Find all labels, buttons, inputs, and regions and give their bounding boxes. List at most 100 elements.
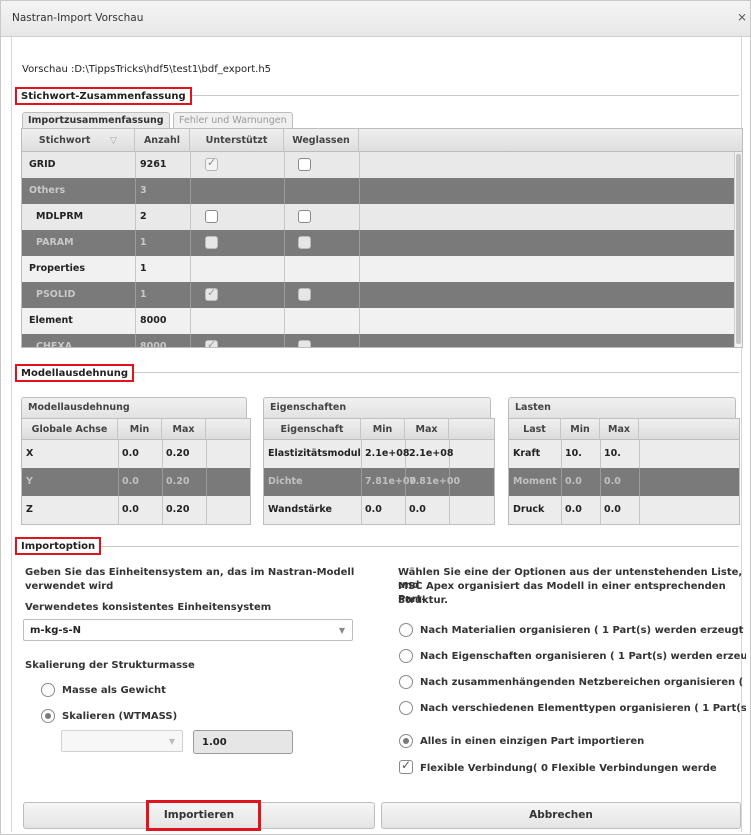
properties-header-min[interactable]: Min [361,419,405,440]
table-row[interactable]: MDLPRM 2 [22,204,734,230]
omit-checkbox[interactable] [298,236,311,249]
extent-header-min[interactable]: Min [118,419,162,440]
supported-checkbox[interactable] [205,156,218,171]
loads-header-min[interactable]: Min [561,419,600,440]
window-title: Nastran-Import Vorschau [12,12,144,24]
extent-header-max[interactable]: Max [162,419,206,440]
loads-cell: 10. [565,448,582,459]
header-count[interactable]: Anzahl [135,129,190,152]
column-divider [206,468,207,496]
supported-checkbox[interactable] [205,286,218,301]
omit-checkbox[interactable] [298,210,311,223]
section-divider [101,546,739,547]
tab-errors-warnings[interactable]: Fehler und Warnungen [173,112,293,128]
properties-cell: 7.81e+00 [409,476,461,487]
table-row[interactable]: Element 8000 [22,308,734,334]
close-icon[interactable]: ⨯ [737,10,747,24]
extent-cell: 0.0 [122,504,139,515]
extent-cell: X [26,448,34,459]
radio-organize-option[interactable] [399,623,413,637]
omit-checkbox[interactable] [298,340,311,347]
column-divider [639,496,640,524]
cancel-button[interactable]: Abbrechen [381,802,741,829]
scrollbar-thumb[interactable] [736,154,741,344]
count-cell: 9261 [140,159,167,170]
extent-row: Z 0.0 0.20 [22,496,250,524]
flexible-connection-checkbox[interactable] [399,758,413,774]
tab-import-summary[interactable]: Importzusammenfassung [22,112,170,128]
scaling-type-select[interactable]: ▼ [61,730,183,752]
column-divider [359,152,360,178]
section-divider [171,95,739,96]
properties-cell: Dichte [268,476,303,487]
table-scrollbar[interactable] [734,152,742,347]
column-divider [118,496,119,524]
loads-panel-title: Lasten [508,397,736,418]
extent-panel: Modellausdehnung Globale Achse Min Max X… [21,397,251,525]
column-divider [359,256,360,282]
extent-row: Y 0.0 0.20 [22,468,250,496]
flexible-connection-label: Flexible Verbindung( 0 Flexible Verbindu… [420,763,717,774]
column-divider [359,282,360,308]
loads-cell: 0.0 [604,504,621,515]
table-row[interactable]: GRID 9261 [22,152,734,178]
chevron-down-icon: ▼ [168,737,175,746]
header-supported[interactable]: Unterstützt [190,129,284,152]
organize-option-label: Nach Materialien organisieren ( 1 Part(s… [420,625,746,636]
column-divider [284,308,285,334]
properties-cell: 2.1e+08 [409,448,454,459]
table-row[interactable]: Properties 1 [22,256,734,282]
radio-organize-option[interactable] [399,701,413,715]
properties-header-name[interactable]: Eigenschaft [264,419,361,440]
import-preview-window: Nastran-Import Vorschau ⨯ Vorschau :D:\T… [0,0,751,835]
column-divider [190,256,191,282]
radio-scale-wtmass[interactable] [41,709,55,723]
loads-header-max[interactable]: Max [600,419,639,440]
table-row[interactable]: PARAM 1 [22,230,734,256]
organize-option-label: Nach Eigenschaften organisieren ( 1 Part… [420,651,746,662]
loads-row: Moment 0.0 0.0 [509,468,739,496]
column-divider [135,308,136,334]
properties-table: Eigenschaft Min Max Elastizitätsmodul 2.1… [263,418,495,525]
table-row[interactable]: Others 3 [22,178,734,204]
loads-header-load[interactable]: Last [509,419,561,440]
count-cell: 3 [140,185,147,196]
scale-value: 1.00 [202,737,227,748]
column-divider [284,334,285,347]
omit-checkbox[interactable] [298,158,311,171]
column-divider [284,152,285,178]
table-row[interactable]: CHEXA 8000 [22,334,734,347]
radio-organize-option[interactable] [399,734,413,748]
radio-organize-option[interactable] [399,649,413,663]
omit-checkbox[interactable] [298,288,311,301]
supported-checkbox[interactable] [205,338,218,347]
column-divider [206,496,207,524]
unit-system-select[interactable]: m-kg-s-N ▼ [23,619,353,641]
column-divider [206,440,207,468]
column-divider [359,204,360,230]
header-omit[interactable]: Weglassen [284,129,359,152]
column-divider [135,230,136,256]
scale-value-field[interactable]: 1.00 [193,730,293,754]
loads-table: Last Min Max Kraft 10. 10. Moment 0.0 0.0 Druc… [508,418,740,525]
count-cell: 1 [140,263,147,274]
column-divider [135,334,136,347]
extent-cell: Z [26,504,33,515]
properties-header-max[interactable]: Max [405,419,449,440]
organize-option-label: Nach zusammenhängenden Netzbereichen org… [420,677,746,688]
extent-row: X 0.0 0.20 [22,440,250,468]
supported-checkbox[interactable] [205,236,218,249]
properties-cell: Wandstärke [268,504,332,515]
extent-header-axis[interactable]: Globale Achse [22,419,118,440]
radio-organize-option[interactable] [399,675,413,689]
column-divider [405,496,406,524]
table-row[interactable]: PSOLID 1 [22,282,734,308]
properties-table-header: Eigenschaft Min Max [264,419,494,440]
organize-intro-line3: Struktur. [398,595,448,606]
supported-checkbox[interactable] [205,210,218,223]
column-divider [135,204,136,230]
column-divider [361,468,362,496]
keyword-cell: PSOLID [36,289,76,300]
radio-mass-as-weight[interactable] [41,683,55,697]
header-keyword[interactable]: Stichwort ▽ [22,129,135,152]
